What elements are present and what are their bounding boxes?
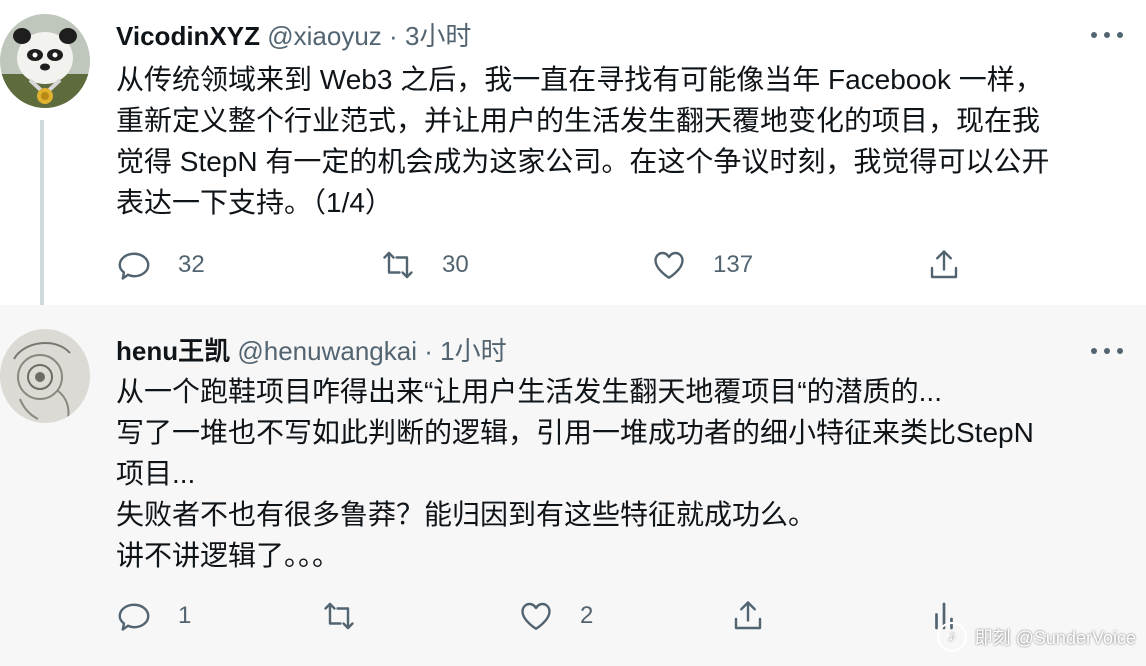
tweet-header: VicodinXYZ @xiaoyuz · 3小时 <box>116 20 471 52</box>
tweet-text-line: 从传统领域来到 Web3 之后，我一直在寻找有可能像当年 Facebook 一样… <box>116 64 1043 95</box>
watermark-text: 即刻 @SunderVoice <box>974 628 1136 648</box>
tweet-text-line: 项目... <box>116 458 196 489</box>
share-button[interactable] <box>730 596 766 636</box>
tweet-text-line: 失败者不也有很多鲁莽？能归因到有这些特征就成功么。 <box>116 499 817 530</box>
tweet-text-line: 表达一下支持。（1/4） <box>116 187 393 218</box>
more-icon[interactable] <box>1090 341 1124 361</box>
avatar-vicodinxyz[interactable] <box>0 14 90 108</box>
like-count: 137 <box>713 251 754 278</box>
reply-count: 32 <box>178 251 205 278</box>
author-handle[interactable]: @xiaoyuz <box>267 21 382 51</box>
tweet-timestamp[interactable]: 3小时 <box>405 21 471 51</box>
author-handle[interactable]: @henuwangkai <box>237 336 417 366</box>
jike-logo-icon: ♪ <box>936 622 967 652</box>
tweet-original[interactable]: VicodinXYZ @xiaoyuz · 3小时 从传统领域来到 Web3 之… <box>0 0 1146 305</box>
retweet-button[interactable]: 30 <box>380 245 469 285</box>
like-button[interactable]: 137 <box>651 245 753 285</box>
action-bar: 32 30 137 <box>116 245 976 285</box>
reply-button[interactable]: 32 <box>116 245 205 285</box>
reply-icon <box>118 252 150 280</box>
author-name[interactable]: VicodinXYZ <box>116 21 260 51</box>
tweet-text-line: 觉得 StepN 有一定的机会成为这家公司。在这个争议时刻，我觉得可以公开 <box>116 146 1050 177</box>
header-separator: · <box>424 336 433 366</box>
reply-icon <box>118 603 150 631</box>
tweet-header: henu王凯 @henuwangkai · 1小时 <box>116 335 507 367</box>
retweet-icon <box>383 251 413 279</box>
reply-count: 1 <box>178 602 192 629</box>
more-icon[interactable] <box>1090 25 1124 45</box>
reply-button[interactable]: 1 <box>116 596 191 636</box>
share-button[interactable] <box>926 245 962 285</box>
avatar-henuwangkai[interactable] <box>0 329 90 423</box>
tweet-text-line: 讲不讲逻辑了。。。 <box>116 540 341 571</box>
retweet-button[interactable] <box>321 596 383 636</box>
retweet-icon <box>324 602 354 630</box>
tweet-reply[interactable]: henu王凯 @henuwangkai · 1小时 从一个跑鞋项目咋得出来“让用… <box>0 305 1146 666</box>
like-count: 2 <box>580 602 594 629</box>
like-icon <box>654 251 684 279</box>
tweet-timestamp[interactable]: 1小时 <box>440 336 506 366</box>
share-icon <box>930 250 958 279</box>
tweet-text: 从一个跑鞋项目咋得出来“让用户生活发生翻天地覆项目“的潜质的... 写了一堆也不… <box>116 371 1126 576</box>
retweet-count: 30 <box>442 251 469 278</box>
author-name[interactable]: henu王凯 <box>116 336 230 366</box>
tweet-text-line: 写了一堆也不写如此判断的逻辑，引用一堆成功者的细小特征来类比StepN <box>116 417 1034 448</box>
tweet-text: 从传统领域来到 Web3 之后，我一直在寻找有可能像当年 Facebook 一样… <box>116 59 1126 223</box>
share-icon <box>734 601 762 630</box>
action-bar: 1 2 <box>116 596 976 636</box>
tweet-text-line: 从一个跑鞋项目咋得出来“让用户生活发生翻天地覆项目“的潜质的... <box>116 376 942 407</box>
like-button[interactable]: 2 <box>518 596 593 636</box>
like-icon <box>521 602 551 630</box>
thread-connector-line <box>40 120 44 325</box>
tweet-text-line: 重新定义整个行业范式，并让用户的生活发生翻天覆地变化的项目，现在我 <box>116 105 1041 136</box>
header-separator: · <box>389 21 398 51</box>
watermark: ♪ 即刻 @SunderVoice <box>936 622 1136 652</box>
